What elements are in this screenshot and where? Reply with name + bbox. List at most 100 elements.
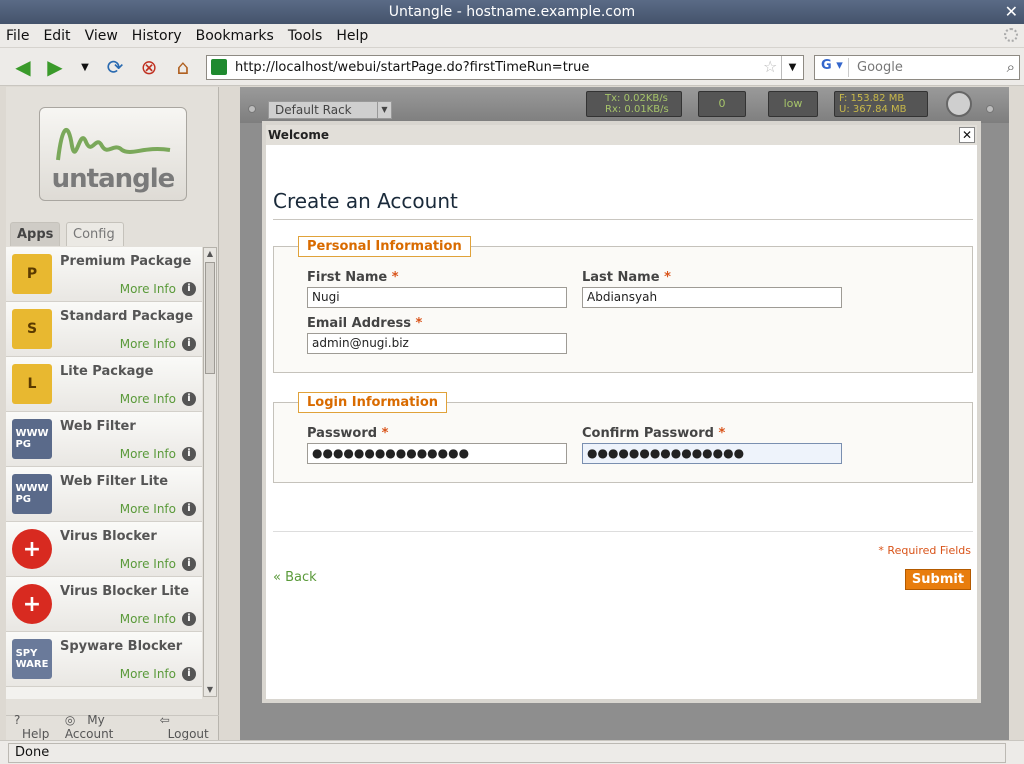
app-name: Virus Blocker Lite (60, 584, 190, 599)
sidebar-footer: ? Help ◎ My Account ⇦ Logout (6, 713, 219, 741)
power-gauge-icon (946, 91, 972, 117)
tx-rate: Tx: 0.02KB/s (605, 93, 668, 104)
more-info-link[interactable]: More Info (120, 502, 176, 516)
more-info-link[interactable]: More Info (120, 282, 176, 296)
bookmark-star-icon[interactable]: ☆ (763, 57, 777, 76)
web-filter-icon: WWW PG (12, 419, 52, 459)
stop-icon[interactable]: ⊗ (136, 55, 162, 79)
list-item[interactable]: SPY WARE Spyware Blocker More Info i (6, 632, 202, 687)
forward-arrow-icon[interactable]: ▶ (42, 55, 68, 79)
tab-config[interactable]: Config (66, 222, 124, 246)
url-text[interactable]: http://localhost/webui/startPage.do?firs… (235, 60, 589, 75)
network-meter: Tx: 0.02KB/s Rx: 0.01KB/s (586, 91, 682, 117)
first-name-field[interactable]: Nugi (307, 287, 567, 308)
reload-icon[interactable]: ⟳ (102, 55, 128, 79)
confirm-password-field[interactable]: ●●●●●●●●●●●●●●● (582, 443, 842, 464)
app-name: Web Filter (60, 419, 136, 434)
memory-used: U: 367.84 MB (839, 104, 907, 115)
more-info-link[interactable]: More Info (120, 392, 176, 406)
list-item[interactable]: + Virus Blocker Lite More Info i (6, 577, 202, 632)
last-name-field[interactable]: Abdiansyah (582, 287, 842, 308)
window-titlebar: Untangle - hostname.example.com ✕ (0, 0, 1024, 24)
info-icon[interactable]: i (182, 667, 196, 681)
menu-help[interactable]: Help (336, 28, 368, 44)
info-icon[interactable]: i (182, 337, 196, 351)
search-engine-icon[interactable]: G ▾ (817, 58, 849, 77)
menu-history[interactable]: History (132, 28, 182, 44)
chevron-down-icon[interactable]: ▼ (377, 102, 391, 118)
help-link[interactable]: ? Help (14, 713, 57, 741)
home-icon[interactable]: ⌂ (170, 55, 196, 79)
scroll-up-icon[interactable]: ▲ (204, 248, 216, 260)
dialog-close-icon[interactable]: ✕ (959, 127, 975, 143)
more-info-link[interactable]: More Info (120, 667, 176, 681)
divider (273, 531, 973, 532)
more-info-link[interactable]: More Info (120, 337, 176, 351)
info-icon[interactable]: i (182, 557, 196, 571)
menu-bar: File Edit View History Bookmarks Tools H… (0, 24, 1024, 48)
history-dropdown-icon[interactable]: ▼ (72, 55, 98, 79)
menu-bookmarks[interactable]: Bookmarks (196, 28, 274, 44)
rack-toolbar: Default Rack ▼ Tx: 0.02KB/s Rx: 0.01KB/s… (240, 87, 1009, 123)
tab-apps[interactable]: Apps (10, 222, 60, 246)
info-icon[interactable]: i (182, 282, 196, 296)
info-icon[interactable]: i (182, 612, 196, 626)
list-item[interactable]: WWW PG Web Filter Lite More Info i (6, 467, 202, 522)
info-icon[interactable]: i (182, 447, 196, 461)
scroll-down-icon[interactable]: ▼ (204, 684, 216, 696)
app-name: Spyware Blocker (60, 639, 183, 654)
spyware-blocker-icon: SPY WARE (12, 639, 52, 679)
status-bar: Done (0, 740, 1024, 764)
list-item[interactable]: S Standard Package More Info i (6, 302, 202, 357)
app-name: Virus Blocker (60, 529, 157, 544)
more-info-link[interactable]: More Info (120, 612, 176, 626)
throbber-icon (1004, 28, 1018, 42)
info-icon[interactable]: i (182, 502, 196, 516)
list-item[interactable]: WWW PG Web Filter More Info i (6, 412, 202, 467)
scrollbar-thumb[interactable] (205, 262, 215, 374)
window-close-icon[interactable]: ✕ (1005, 0, 1018, 24)
email-field[interactable]: admin@nugi.biz (307, 333, 567, 354)
rack-bolt-icon (248, 105, 256, 113)
app-name: Standard Package (60, 309, 194, 324)
sidebar: untangle Apps Config P Premium Package M… (6, 87, 219, 741)
my-account-link[interactable]: ◎ My Account (65, 713, 152, 741)
virus-blocker-icon: + (12, 529, 52, 569)
submit-button[interactable]: Submit (905, 569, 971, 590)
info-icon[interactable]: i (182, 392, 196, 406)
status-text: Done (8, 743, 1006, 763)
list-item[interactable]: + Virus Blocker More Info i (6, 522, 202, 577)
last-name-label: Last Name * (582, 270, 671, 285)
virus-blocker-lite-icon: + (12, 584, 52, 624)
list-item[interactable]: L Lite Package More Info i (6, 357, 202, 412)
memory-meter: F: 153.82 MB U: 367.84 MB (834, 91, 928, 117)
app-name: Lite Package (60, 364, 154, 379)
menu-file[interactable]: File (6, 28, 29, 44)
list-item[interactable]: P Premium Package More Info i (6, 247, 202, 302)
menu-edit[interactable]: Edit (43, 28, 70, 44)
package-box-icon: P (12, 254, 52, 294)
load-meter: low (768, 91, 818, 117)
menu-tools[interactable]: Tools (288, 28, 323, 44)
login-info-legend: Login Information (298, 392, 448, 413)
url-dropdown-icon[interactable]: ▼ (781, 56, 803, 79)
search-icon[interactable]: ⌕ (1007, 58, 1015, 76)
password-field[interactable]: ●●●●●●●●●●●●●●● (307, 443, 567, 464)
app-list-scrollbar[interactable]: ▲ ▼ (203, 247, 217, 697)
package-box-icon: S (12, 309, 52, 349)
menu-view[interactable]: View (85, 28, 118, 44)
web-filter-lite-icon: WWW PG (12, 474, 52, 514)
memory-free: F: 153.82 MB (839, 93, 905, 104)
first-name-label: First Name * (307, 270, 399, 285)
rack-select[interactable]: Default Rack ▼ (268, 101, 392, 119)
back-arrow-icon[interactable]: ◀ (10, 55, 36, 79)
more-info-link[interactable]: More Info (120, 447, 176, 461)
url-bar[interactable]: http://localhost/webui/startPage.do?firs… (206, 55, 804, 80)
logout-link[interactable]: ⇦ Logout (160, 713, 219, 741)
search-bar[interactable]: G ▾ Google ⌕ (814, 55, 1020, 80)
search-input[interactable]: Google (857, 60, 903, 75)
dialog-title: Welcome (266, 125, 977, 145)
more-info-link[interactable]: More Info (120, 557, 176, 571)
app-name: Premium Package (60, 254, 192, 269)
back-link[interactable]: « Back (273, 570, 317, 585)
